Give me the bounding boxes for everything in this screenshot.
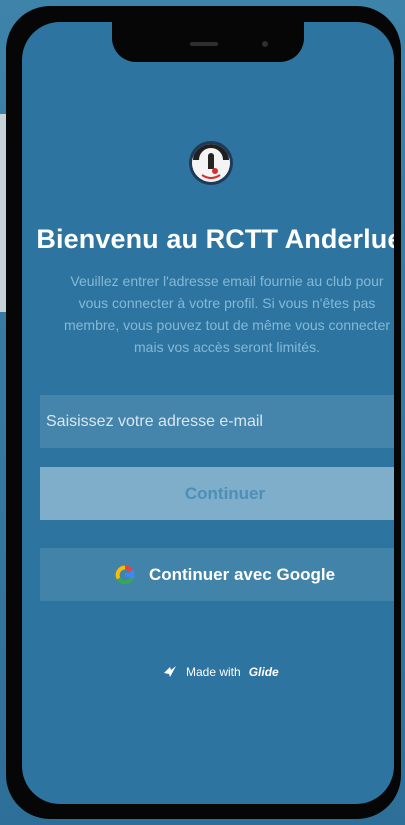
google-login-label: Continuer avec Google	[148, 564, 336, 584]
description-line: vous connecter à votre profil. Si vous n…	[78, 295, 376, 311]
made-with-glide[interactable]: Made with Glide	[162, 664, 279, 680]
club-logo-icon	[192, 144, 230, 182]
continue-button[interactable]: Continuer	[40, 467, 394, 520]
welcome-description: Veuillez entrer l'adresse email fournie …	[32, 270, 394, 358]
camera-icon	[262, 41, 268, 47]
description-line: membre, vous pouvez tout de même vous co…	[63, 317, 391, 333]
description-line: mais vos accès seront limités.	[134, 339, 320, 355]
page-title: Bienvenu au RCTT Anderlues	[36, 224, 394, 254]
made-with-text: Made with	[186, 665, 241, 679]
login-screen: Bienvenu au RCTT Anderlues Veuillez entr…	[22, 22, 394, 804]
phone-frame: Bienvenu au RCTT Anderlues Veuillez entr…	[6, 6, 401, 819]
google-icon	[115, 564, 135, 585]
glide-icon	[162, 664, 178, 680]
google-login-button[interactable]: Continuer avec Google	[40, 548, 394, 601]
email-field[interactable]	[40, 395, 394, 448]
phone-notch	[112, 22, 304, 62]
glide-brand: Glide	[248, 665, 279, 679]
description-line: Veuillez entrer l'adresse email fournie …	[70, 273, 384, 289]
page-background: Bienvenu au RCTT Anderlues Veuillez entr…	[0, 0, 405, 825]
speaker-icon	[190, 42, 218, 46]
